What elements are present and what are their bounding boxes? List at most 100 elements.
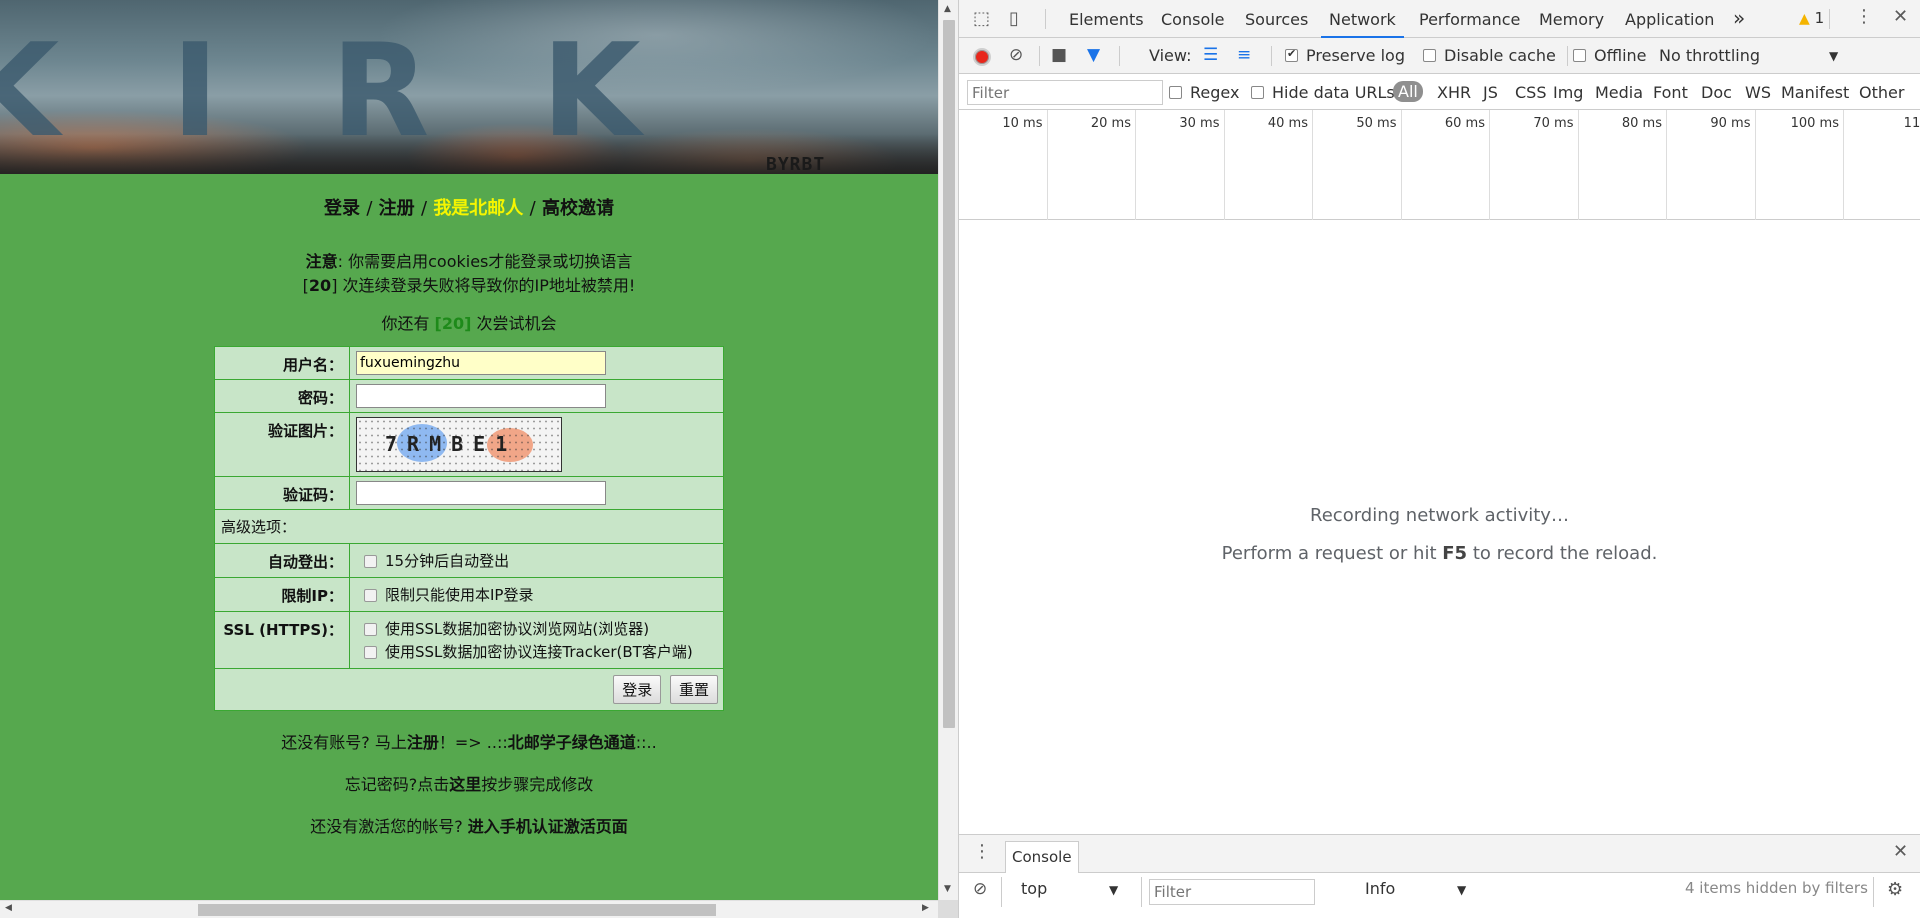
regex-option[interactable]: Regex [1169,83,1239,102]
footer-text: 忘记密码?点击 [344,775,450,794]
console-filter-input[interactable] [1149,879,1315,905]
log-level-select[interactable]: Info [1365,879,1395,905]
recording-text: Recording network activity… [1310,505,1569,526]
regex-label: Regex [1190,83,1240,102]
timeline-tick-label: 20 ms [1090,116,1131,131]
network-filter-input[interactable] [967,80,1163,105]
nav-invite-link[interactable]: 高校邀请 [542,198,614,219]
ssl-browser-checkbox[interactable] [364,623,377,636]
tab-elements[interactable]: Elements [1069,10,1144,29]
reset-button[interactable]: 重置 [669,675,718,704]
page-vertical-scrollbar[interactable]: ▲ ▼ [938,0,958,900]
disable-cache-checkbox[interactable] [1423,49,1436,62]
captcha-image[interactable]: 7RMBE1 [356,417,562,472]
more-tabs-icon[interactable]: » [1733,6,1745,30]
offline-label: Offline [1594,46,1647,65]
network-timeline-overview[interactable]: 10 ms 20 ms 30 ms 40 ms 50 ms 60 ms 70 ms 80 ms… [959,110,1920,220]
tab-application[interactable]: Application [1625,10,1714,29]
tab-console[interactable]: Console [1161,10,1225,29]
timeline-tick-label: 60 ms [1444,116,1485,131]
divider [1873,877,1874,907]
filter-type-doc[interactable]: Doc [1701,83,1732,102]
captcha-label: 验证图片： [214,412,350,477]
restrictip-checkbox[interactable] [364,589,377,602]
ssl-tracker-checkbox[interactable] [364,646,377,659]
clear-console-icon[interactable]: ⊘ [973,879,987,905]
tab-performance[interactable]: Performance [1419,10,1520,29]
footer-forgot-link[interactable]: 这里 [449,775,481,794]
filter-type-ws[interactable]: WS [1745,83,1771,102]
attempts-prefix: 你还有 [381,314,430,333]
captcha-code-input[interactable] [356,481,606,505]
footer-text: ！=> ..:: [438,733,508,752]
filter-type-css[interactable]: CSS [1515,83,1546,102]
preserve-log-checkbox[interactable] [1285,47,1298,62]
close-drawer-icon[interactable]: ✕ [1893,841,1908,862]
scroll-right-arrow-icon[interactable]: ▶ [922,903,929,913]
kebab-menu-icon[interactable]: ⋮ [1855,6,1873,27]
login-button[interactable]: 登录 [613,675,662,704]
filter-type-font[interactable]: Font [1653,83,1688,102]
warning-badge[interactable]: ▲ 1 [1799,9,1824,27]
drawer-tab-console[interactable]: Console [1005,841,1079,873]
filter-type-all[interactable]: All [1393,81,1423,102]
regex-checkbox[interactable] [1169,86,1182,99]
throttling-select[interactable]: No throttling [1659,46,1760,65]
timeline-column: 10 ms [959,110,1048,220]
page-horizontal-scrollbar[interactable]: ◀ ▶ [0,900,938,918]
password-label: 密码： [214,379,350,413]
filter-type-img[interactable]: Img [1553,83,1583,102]
clear-icon[interactable]: ⊘ [1009,45,1023,65]
console-drawer: ⋮ Console ✕ ⊘ top ▼ Info ▼ 4 items hidde… [959,834,1920,918]
page-horizontal-scroll-thumb[interactable] [198,904,716,916]
hide-data-urls-checkbox[interactable] [1251,86,1264,99]
record-icon[interactable] [973,48,991,66]
footer-activate-link[interactable]: 进入手机认证激活页面 [468,817,628,836]
password-input[interactable] [356,384,606,408]
offline-option[interactable]: Offline [1573,46,1647,65]
overview-icon[interactable]: ≡ [1237,45,1251,65]
close-devtools-icon[interactable]: ✕ [1893,6,1908,27]
filter-icon[interactable]: ▼ [1087,45,1100,65]
context-select[interactable]: top [1021,879,1047,905]
filter-type-media[interactable]: Media [1595,83,1643,102]
console-settings-gear-icon[interactable]: ⚙ [1887,879,1903,905]
divider [1001,877,1002,907]
nav-login-link[interactable]: 登录 [324,198,360,219]
timeline-column: 80 ms [1579,110,1667,220]
scroll-left-arrow-icon[interactable]: ◀ [5,903,12,913]
throttling-dropdown-icon[interactable]: ▼ [1829,49,1838,63]
nav-bupt-link[interactable]: 我是北邮人 [433,198,523,219]
page-vertical-scroll-thumb[interactable] [943,20,955,728]
nav-register-link[interactable]: 注册 [379,198,415,219]
device-toolbar-icon[interactable]: ▯ [1009,8,1019,29]
context-dropdown-icon[interactable]: ▼ [1109,883,1118,909]
tab-memory[interactable]: Memory [1539,10,1604,29]
hide-data-urls-label: Hide data URLs [1272,83,1395,102]
captcha-text: 7RMBE1 [385,432,518,456]
scroll-down-arrow-icon[interactable]: ▼ [944,884,951,894]
footer-green-channel-link[interactable]: 北邮学子绿色通道 [508,733,636,752]
scroll-up-arrow-icon[interactable]: ▲ [944,4,951,14]
tab-network[interactable]: Network [1321,10,1404,38]
autologout-checkbox[interactable] [364,555,377,568]
hide-data-urls-option[interactable]: Hide data URLs [1251,83,1395,102]
context-value: top [1021,879,1048,898]
log-level-dropdown-icon[interactable]: ▼ [1457,883,1466,909]
large-rows-icon[interactable]: ☰ [1203,45,1218,65]
offline-checkbox[interactable] [1573,49,1586,62]
disable-cache-option[interactable]: Disable cache [1423,46,1556,65]
username-input[interactable] [356,351,606,375]
filter-type-xhr[interactable]: XHR [1437,83,1471,102]
autologout-row: 自动登出： 15分钟后自动登出 [214,543,724,578]
filter-type-manifest[interactable]: Manifest [1781,83,1849,102]
inspect-element-icon[interactable]: ⬚ [973,8,990,29]
filter-type-other[interactable]: Other [1859,83,1904,102]
footer-register-link[interactable]: 注册 [407,733,439,752]
divider [1271,46,1272,66]
drawer-menu-icon[interactable]: ⋮ [973,841,991,862]
preserve-log-option[interactable]: Preserve log [1285,46,1405,65]
capture-screenshots-icon[interactable]: ■ [1051,45,1067,65]
tab-sources[interactable]: Sources [1245,10,1308,29]
filter-type-js[interactable]: JS [1483,83,1498,102]
